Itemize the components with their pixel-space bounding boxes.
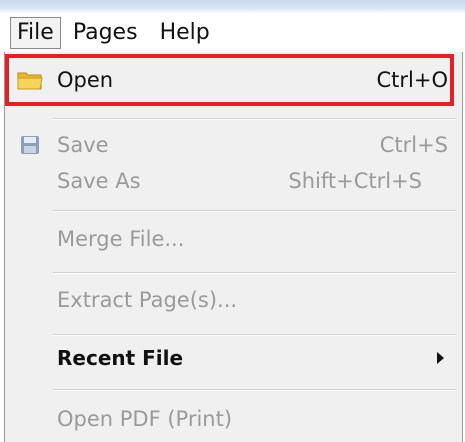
menu-item-label: Save xyxy=(57,133,109,157)
file-dropdown-menu: Open Ctrl+O Save Ctrl+S Save As Shift+Ct… xyxy=(4,52,463,442)
menu-separator xyxy=(53,389,456,391)
highlight-box xyxy=(5,54,454,106)
submenu-arrow-icon xyxy=(437,352,444,364)
menu-item-shortcut: Shift+Ctrl+S xyxy=(288,169,422,193)
menu-item-save-as[interactable]: Save As Shift+Ctrl+S xyxy=(5,162,462,200)
menu-item-open-pdf-print[interactable]: Open PDF (Print) xyxy=(5,400,462,438)
disk-icon xyxy=(17,133,43,157)
menu-item-label: Open PDF (Print) xyxy=(57,407,233,431)
menu-item-label: Extract Page(s)... xyxy=(57,288,238,312)
menu-separator xyxy=(53,334,456,336)
menu-item-label: Save As xyxy=(57,169,141,193)
menu-item-merge-file[interactable]: Merge File... xyxy=(5,220,462,258)
menu-item-label: Merge File... xyxy=(57,227,185,251)
menu-item-recent-file[interactable]: Recent File xyxy=(5,339,462,377)
menu-separator xyxy=(53,118,456,120)
menu-separator xyxy=(53,210,456,212)
menu-help[interactable]: Help xyxy=(150,18,220,48)
menu-bar: File Pages Help xyxy=(4,14,461,52)
menu-item-save[interactable]: Save Ctrl+S xyxy=(5,126,462,164)
menu-item-label: Recent File xyxy=(57,346,184,370)
window-title-gradient xyxy=(0,0,465,14)
menu-separator xyxy=(53,272,456,274)
menu-item-extract-pages[interactable]: Extract Page(s)... xyxy=(5,281,462,319)
menu-file[interactable]: File xyxy=(10,17,61,49)
menu-item-shortcut: Ctrl+S xyxy=(379,133,448,157)
menu-pages[interactable]: Pages xyxy=(63,18,148,48)
app-window: File Pages Help Open Ctrl+O Save Ctrl+S … xyxy=(0,0,465,442)
